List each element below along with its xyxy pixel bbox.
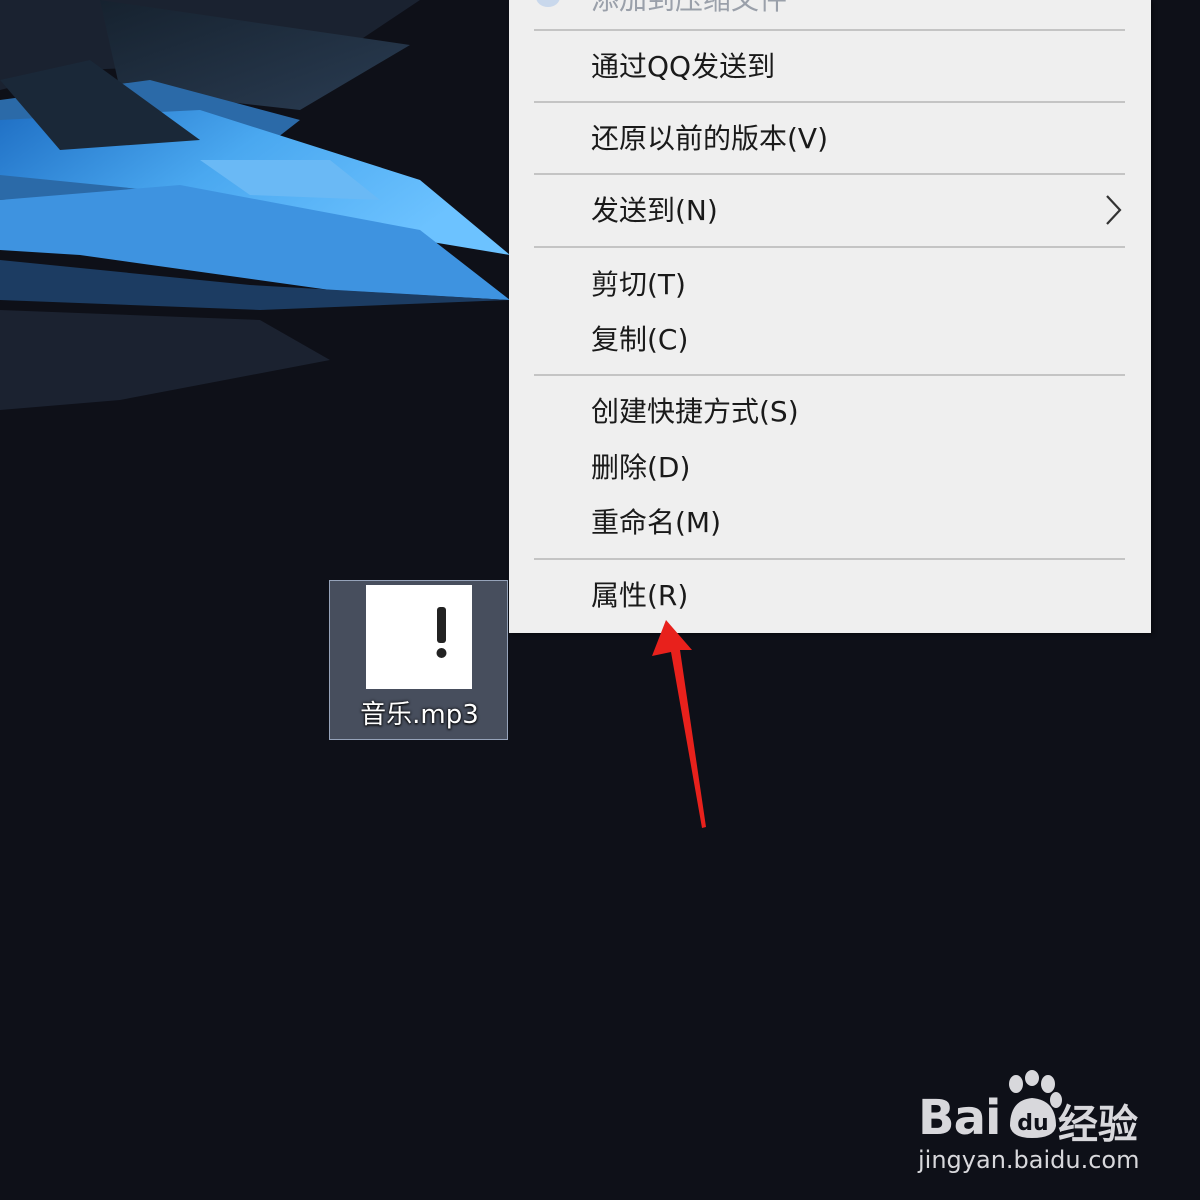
- watermark-url: jingyan.baidu.com: [918, 1146, 1140, 1174]
- menu-item-copy[interactable]: 复制(C): [591, 322, 688, 358]
- menu-item-delete[interactable]: 删除(D): [591, 450, 690, 486]
- desktop-file-icon[interactable]: 音乐.mp3: [329, 580, 508, 740]
- menu-item-send-via-qq[interactable]: 通过QQ发送到: [591, 49, 775, 85]
- menu-item-properties[interactable]: 属性(R): [591, 578, 688, 614]
- baidu-jingyan-watermark: Bai du 经验 jingyan.baidu.com: [918, 1070, 1148, 1180]
- compress-icon: [536, 0, 560, 7]
- menu-separator: [534, 374, 1125, 376]
- menu-item-send-to[interactable]: 发送到(N): [591, 193, 718, 229]
- menu-item-cut[interactable]: 剪切(T): [591, 267, 686, 303]
- annotation-arrow-icon: [652, 620, 706, 828]
- watermark-product: 经验: [1058, 1102, 1138, 1148]
- svg-text:du: du: [1017, 1111, 1048, 1136]
- menu-separator: [534, 101, 1125, 103]
- menu-separator: [534, 173, 1125, 175]
- menu-item-restore-previous-versions[interactable]: 还原以前的版本(V): [591, 121, 828, 157]
- menu-item-add-to-archive[interactable]: 添加到压缩文件: [591, 0, 787, 18]
- menu-item-create-shortcut[interactable]: 创建快捷方式(S): [591, 394, 799, 430]
- menu-item-rename[interactable]: 重命名(M): [591, 505, 721, 541]
- menu-separator: [534, 246, 1125, 248]
- context-menu: 添加到压缩文件 通过QQ发送到 还原以前的版本(V) 发送到(N) 剪切(T) …: [509, 0, 1151, 633]
- menu-separator: [534, 29, 1125, 31]
- unknown-file-exclamation-icon: [366, 585, 472, 689]
- file-name-label: 音乐.mp3: [360, 700, 479, 730]
- menu-separator: [534, 558, 1125, 560]
- watermark-brand: Bai: [918, 1090, 1001, 1146]
- chevron-right-icon: [1106, 195, 1122, 225]
